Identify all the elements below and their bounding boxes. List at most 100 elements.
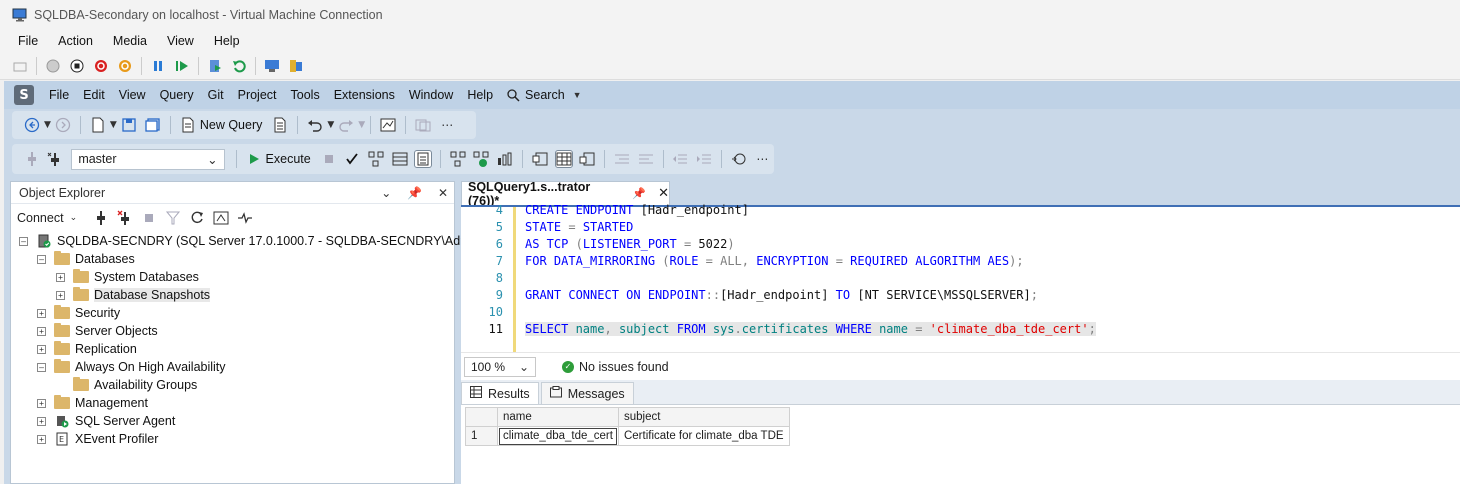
chevron-down-icon[interactable]: ▼	[110, 120, 117, 130]
tree-node-server[interactable]: – SQLDBA-SECNDRY (SQL Server 17.0.1000.7…	[19, 232, 523, 250]
cell-name[interactable]: climate_dba_tde_cert	[497, 426, 619, 446]
issues-indicator[interactable]: ✓ No issues found	[562, 360, 669, 374]
menu-extensions[interactable]: Extensions	[327, 88, 402, 102]
tree-node-database-snapshots[interactable]: + Database Snapshots	[56, 286, 211, 304]
connect-icon[interactable]	[23, 150, 41, 168]
menu-query[interactable]: Query	[153, 88, 201, 102]
tree-node-databases[interactable]: – Databases	[37, 250, 135, 268]
save-all-icon[interactable]	[144, 116, 162, 134]
query-options-icon[interactable]	[271, 116, 289, 134]
include-actual-plan-icon[interactable]	[473, 150, 491, 168]
tab-results[interactable]: Results	[461, 382, 539, 404]
menu-git[interactable]: Git	[201, 88, 231, 102]
menu-edit[interactable]: Edit	[76, 88, 112, 102]
sql-editor[interactable]: 4 CREATE ENDPOINT [Hadr_endpoint] 5 STAT…	[461, 203, 1460, 354]
pin-icon[interactable]: 📌	[407, 186, 422, 200]
menu-project[interactable]: Project	[231, 88, 284, 102]
cell-subject[interactable]: Certificate for climate_dba TDE	[617, 426, 790, 446]
change-connection-icon[interactable]	[47, 150, 65, 168]
close-icon[interactable]: ✕	[438, 186, 448, 200]
tree-node-server-objects[interactable]: + Server Objects	[37, 322, 158, 340]
tree-node-always-on[interactable]: – Always On High Availability	[37, 358, 226, 376]
estimated-plan-icon[interactable]	[367, 150, 385, 168]
connect-dropdown[interactable]: Connect	[17, 211, 64, 225]
resume-icon[interactable]	[174, 58, 190, 74]
expand-icon[interactable]: +	[37, 434, 46, 444]
query-designer-icon[interactable]	[391, 150, 409, 168]
column-header-subject[interactable]: subject	[617, 407, 790, 427]
expand-icon[interactable]: +	[37, 326, 46, 336]
chevron-down-icon[interactable]: ⌄	[381, 186, 391, 200]
chevron-down-icon[interactable]: ▼	[44, 120, 51, 130]
comment-icon[interactable]	[613, 150, 631, 168]
collapse-icon[interactable]: –	[37, 254, 46, 264]
decrease-indent-icon[interactable]	[672, 150, 690, 168]
activity-monitor-icon[interactable]	[379, 116, 397, 134]
execute-button[interactable]: Execute	[242, 150, 317, 168]
search-menu[interactable]: Search ▼	[500, 88, 589, 102]
menu-file[interactable]: File	[42, 88, 76, 102]
tab-messages[interactable]: Messages	[540, 382, 634, 404]
results-to-file-icon[interactable]	[579, 150, 597, 168]
parse-icon[interactable]	[343, 150, 361, 168]
chevron-down-icon[interactable]: ⌄	[70, 213, 78, 223]
menu-tools[interactable]: Tools	[284, 88, 327, 102]
filter-icon[interactable]	[164, 209, 182, 227]
cancel-query-icon[interactable]	[320, 150, 338, 168]
database-select[interactable]: master ⌄	[71, 148, 225, 170]
expand-icon[interactable]: +	[37, 398, 46, 408]
menu-help[interactable]: Help	[460, 88, 500, 102]
collapse-icon[interactable]: –	[37, 362, 46, 372]
start-icon[interactable]	[45, 58, 61, 74]
close-icon[interactable]: ✕	[658, 186, 669, 201]
display-plan-icon[interactable]	[449, 150, 467, 168]
chevron-down-icon[interactable]: ▼	[327, 120, 334, 130]
connect-plug-icon[interactable]	[92, 209, 110, 227]
forward-icon[interactable]	[54, 116, 72, 134]
revert-icon[interactable]	[231, 58, 247, 74]
more-options-icon[interactable]: ⋯	[438, 116, 456, 134]
tree-node-system-databases[interactable]: + System Databases	[56, 268, 199, 286]
column-header-name[interactable]: name	[497, 407, 619, 427]
zoom-select[interactable]: 100 % ⌄	[464, 356, 536, 377]
shutdown-icon[interactable]	[93, 58, 109, 74]
tree-node-management[interactable]: + Management	[37, 394, 148, 412]
expand-icon[interactable]: +	[56, 272, 65, 282]
results-to-text-icon[interactable]	[531, 150, 549, 168]
results-grid-icon[interactable]	[554, 150, 573, 168]
uncomment-icon[interactable]	[637, 150, 655, 168]
vm-menu-file[interactable]: File	[8, 34, 48, 48]
save-state-icon[interactable]	[117, 58, 133, 74]
expand-icon[interactable]: +	[37, 344, 46, 354]
menu-window[interactable]: Window	[402, 88, 460, 102]
disconnect-icon[interactable]	[116, 209, 134, 227]
checkpoint-icon[interactable]	[207, 58, 223, 74]
share-icon[interactable]	[288, 58, 304, 74]
new-file-icon[interactable]	[89, 116, 107, 134]
back-icon[interactable]	[23, 116, 41, 134]
new-query-button[interactable]: New Query	[176, 116, 269, 134]
refresh-icon[interactable]	[188, 209, 206, 227]
ctrl-alt-del-icon[interactable]	[12, 58, 28, 74]
vm-menu-help[interactable]: Help	[204, 34, 250, 48]
undo-icon[interactable]	[306, 116, 324, 134]
vm-menu-view[interactable]: View	[157, 34, 204, 48]
chevron-down-icon[interactable]: ▼	[358, 120, 365, 130]
increase-indent-icon[interactable]	[695, 150, 713, 168]
menu-view[interactable]: View	[112, 88, 153, 102]
specify-template-values-icon[interactable]	[730, 150, 748, 168]
expand-icon[interactable]: +	[37, 308, 46, 318]
activity-monitor-icon[interactable]	[212, 209, 230, 227]
expand-icon[interactable]: +	[37, 416, 46, 426]
enhanced-session-icon[interactable]	[264, 58, 280, 74]
tree-node-sql-server-agent[interactable]: + SQL Server Agent	[37, 412, 175, 430]
save-icon[interactable]	[120, 116, 138, 134]
expand-icon[interactable]: +	[56, 290, 65, 300]
tree-node-security[interactable]: + Security	[37, 304, 120, 322]
vm-menu-media[interactable]: Media	[103, 34, 157, 48]
collapse-icon[interactable]: –	[19, 236, 28, 246]
tree-node-replication[interactable]: + Replication	[37, 340, 137, 358]
tree-node-xevent-profiler[interactable]: + E XEvent Profiler	[37, 430, 158, 448]
pause-icon[interactable]	[150, 58, 166, 74]
pin-icon[interactable]: 📌	[632, 187, 646, 200]
